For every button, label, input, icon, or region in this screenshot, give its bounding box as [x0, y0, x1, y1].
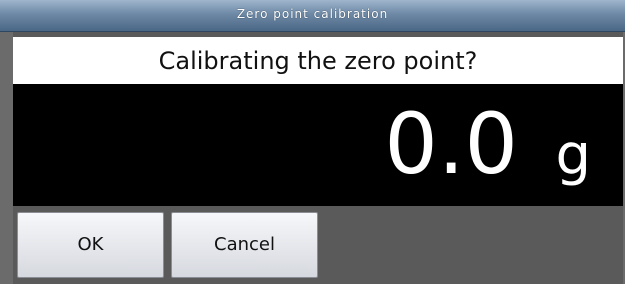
title-bar: Zero point calibration: [0, 0, 625, 32]
prompt-panel: Calibrating the zero point?: [13, 37, 623, 84]
cancel-button[interactable]: Cancel: [171, 212, 318, 278]
dialog-frame-left: [0, 32, 13, 284]
zero-calibration-dialog: Zero point calibration Calibrating the z…: [0, 0, 625, 284]
ok-button[interactable]: OK: [17, 212, 164, 278]
prompt-text: Calibrating the zero point?: [158, 47, 478, 75]
weight-unit: g: [555, 123, 591, 188]
window-title: Zero point calibration: [236, 7, 389, 21]
weight-display: 0.0 g: [13, 84, 623, 206]
weight-value: 0.0: [384, 95, 518, 193]
